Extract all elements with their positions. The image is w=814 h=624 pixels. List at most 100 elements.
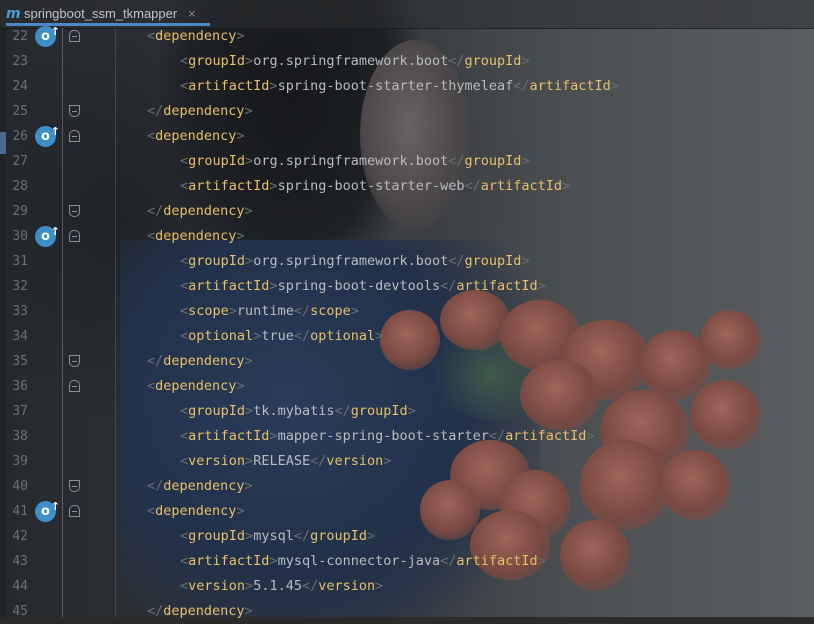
fold-start-icon[interactable] [69, 130, 80, 142]
fold-start-icon[interactable] [69, 230, 80, 242]
code-line[interactable]: 29 </dependency> [0, 199, 814, 224]
tag-name: dependency [155, 503, 237, 519]
tag-name: artifactId [529, 78, 611, 94]
code-text: <artifactId>mysql-connector-java</artifa… [180, 549, 546, 574]
arrow-up-icon: ↑ [50, 25, 60, 38]
code-text: <optional>true</optional> [180, 324, 383, 349]
tag-name: artifactId [480, 178, 563, 194]
line-number: 35 [12, 354, 28, 369]
code-line[interactable]: 41 o ↑ <dependency> [0, 499, 814, 524]
fold-start-icon[interactable] [69, 30, 80, 42]
tag-bracket: > [236, 128, 245, 144]
tag-bracket: > [269, 178, 278, 194]
tab-pom-file[interactable]: m springboot_ssm_tkmapper × [6, 4, 210, 26]
tag-bracket: </ [310, 453, 327, 469]
line-number: 43 [12, 554, 28, 569]
tab-label: springboot_ssm_tkmapper [24, 6, 178, 21]
tag-bracket: </ [448, 253, 465, 269]
tag-bracket: < [180, 253, 189, 269]
tag-bracket: </ [488, 428, 506, 444]
fold-end-icon[interactable] [69, 480, 80, 492]
code-line[interactable]: 42 <groupId>mysql</groupId> [0, 524, 814, 549]
element-value: runtime [236, 303, 294, 319]
code-line[interactable]: 33 <scope>runtime</scope> [0, 299, 814, 324]
tag-bracket: > [521, 153, 530, 169]
tag-bracket: < [180, 153, 189, 169]
tag-bracket: < [147, 228, 156, 244]
element-value: spring-boot-starter-web [277, 178, 465, 194]
tag-bracket: > [537, 278, 546, 294]
fold-start-icon[interactable] [69, 505, 80, 517]
tag-bracket: </ [147, 203, 164, 219]
code-line[interactable]: 38 <artifactId>mapper-spring-boot-starter… [0, 424, 814, 449]
code-line[interactable]: 23 <groupId>org.springframework.boot</gro… [0, 49, 814, 74]
tag-bracket: < [180, 53, 189, 69]
code-line[interactable]: 34 <optional>true</optional> [0, 324, 814, 349]
code-line[interactable]: 22 o ↑ <dependency> [0, 24, 814, 49]
tag-name: dependency [155, 228, 237, 244]
tag-name: dependency [155, 28, 237, 44]
tag-bracket: > [228, 303, 237, 319]
tag-name: groupId [188, 53, 246, 69]
line-number: 31 [12, 254, 28, 269]
tag-bracket: < [180, 528, 189, 544]
close-icon[interactable]: × [187, 7, 196, 20]
code-line[interactable]: 24 <artifactId>spring-boot-starter-thymel… [0, 74, 814, 99]
tag-bracket: > [245, 253, 254, 269]
tag-bracket: > [245, 53, 254, 69]
tag-name: groupId [350, 403, 408, 419]
tag-bracket: > [236, 378, 245, 394]
element-value: 5.1.45 [253, 578, 302, 594]
maven-override-icon[interactable]: o ↑ [35, 225, 60, 247]
line-number: 42 [12, 529, 28, 544]
tag-bracket: </ [147, 353, 164, 369]
tag-bracket: > [244, 103, 253, 119]
tag-name: version [326, 453, 384, 469]
tag-name: dependency [163, 478, 245, 494]
fold-end-icon[interactable] [69, 205, 80, 217]
tag-bracket: </ [440, 553, 457, 569]
tag-bracket: < [180, 403, 189, 419]
tag-bracket: < [180, 453, 189, 469]
tag-name: dependency [155, 128, 237, 144]
code-text: <groupId>org.springframework.boot</group… [180, 149, 530, 174]
element-value: spring-boot-devtools [277, 278, 441, 294]
maven-override-icon[interactable]: o ↑ [35, 125, 60, 147]
code-line[interactable]: 27 <groupId>org.springframework.boot</gro… [0, 149, 814, 174]
line-number: 22 [12, 29, 28, 44]
line-number: 28 [12, 179, 28, 194]
code-line[interactable]: 25 </dependency> [0, 99, 814, 124]
code-line[interactable]: 35 </dependency> [0, 349, 814, 374]
line-number: 33 [12, 304, 28, 319]
code-line[interactable]: 44 <version>5.1.45</version> [0, 574, 814, 599]
tag-name: artifactId [188, 428, 270, 444]
code-line[interactable]: 36 <dependency> [0, 374, 814, 399]
tag-bracket: > [537, 553, 546, 569]
code-line[interactable]: 28 <artifactId>spring-boot-starter-web</a… [0, 174, 814, 199]
tag-name: dependency [163, 203, 245, 219]
code-line[interactable]: 40 </dependency> [0, 474, 814, 499]
line-number: 23 [12, 54, 28, 69]
fold-start-icon[interactable] [69, 380, 80, 392]
line-number: 36 [12, 379, 28, 394]
tag-bracket: > [269, 428, 278, 444]
tag-name: scope [310, 303, 351, 319]
code-line[interactable]: 45 </dependency> [0, 599, 814, 624]
code-text: </dependency> [147, 349, 253, 374]
code-line[interactable]: 43 <artifactId>mysql-connector-java</arti… [0, 549, 814, 574]
tag-bracket: > [375, 328, 384, 344]
maven-override-icon[interactable]: o ↑ [35, 500, 60, 522]
tag-name: artifactId [456, 553, 538, 569]
maven-override-icon[interactable]: o ↑ [35, 25, 60, 47]
code-line[interactable]: 37 <groupId>tk.mybatis</groupId> [0, 399, 814, 424]
fold-end-icon[interactable] [69, 355, 80, 367]
tag-name: artifactId [188, 178, 270, 194]
code-line[interactable]: 30 o ↑ <dependency> [0, 224, 814, 249]
tag-name: dependency [163, 103, 245, 119]
code-line[interactable]: 39 <version>RELEASE</version> [0, 449, 814, 474]
code-line[interactable]: 26 o ↑ <dependency> [0, 124, 814, 149]
code-line[interactable]: 32 <artifactId>spring-boot-devtools</arti… [0, 274, 814, 299]
tag-name: groupId [188, 403, 246, 419]
fold-end-icon[interactable] [69, 105, 80, 117]
code-line[interactable]: 31 <groupId>org.springframework.boot</gro… [0, 249, 814, 274]
